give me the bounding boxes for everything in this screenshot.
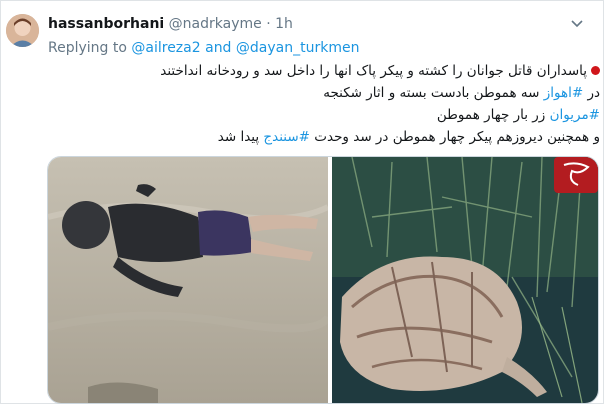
avatar[interactable] (6, 14, 39, 47)
tweet-line-suffix: زر بار چهار هموطن (436, 107, 550, 123)
tweet-line-prefix: در (583, 85, 600, 101)
tweet-time[interactable]: 1h (275, 16, 293, 32)
tweet-line-suffix: پیدا شد (217, 129, 264, 145)
hashtag-link[interactable]: #سنندج (263, 129, 310, 145)
hashtag-link[interactable]: #اهواز (544, 85, 583, 101)
tweet-line-text: پاسداران قاتل جوانان را کشته و پیکر پاک … (160, 63, 587, 79)
reply-user-link-2[interactable]: @dayan_turkmen (236, 40, 360, 56)
reply-prefix: Replying to (48, 40, 127, 56)
chevron-down-icon[interactable] (570, 16, 584, 30)
photo-left[interactable] (48, 157, 328, 403)
reply-context: Replying to @ailreza2 and @dayan_turkmen (48, 38, 359, 58)
tweet-line: پاسداران قاتل جوانان را کشته و پیکر پاک … (60, 60, 600, 82)
reply-user-link-1[interactable]: @ailreza2 (131, 40, 200, 56)
site-logo-watermark (554, 157, 598, 193)
media-grid (47, 156, 599, 404)
author-handle[interactable]: @nadrkayme (169, 16, 262, 32)
tweet-line: در #اهواز سه هموطن بادست بسته و اثار شکن… (60, 82, 600, 104)
tweet-text: پاسداران قاتل جوانان را کشته و پیکر پاک … (60, 60, 600, 148)
tweet-line: #مریوان زر بار چهار هموطن (60, 104, 600, 126)
tweet-line-suffix: سه هموطن بادست بسته و اثار شکنجه (323, 85, 544, 101)
separator-dot: · (266, 16, 271, 32)
photo-right[interactable] (332, 157, 598, 403)
reply-and: and (205, 40, 232, 56)
author-name[interactable]: hassanborhani (48, 16, 164, 32)
red-bullet-icon (591, 66, 600, 75)
hashtag-link[interactable]: #مریوان (550, 107, 600, 123)
tweet-header: hassanborhani @nadrkayme · 1h (48, 14, 293, 34)
tweet-line-prefix: و همچنین دیروزهم پیکر چهار هموطن در سد و… (309, 129, 600, 145)
tweet-line: و همچنین دیروزهم پیکر چهار هموطن در سد و… (60, 126, 600, 148)
